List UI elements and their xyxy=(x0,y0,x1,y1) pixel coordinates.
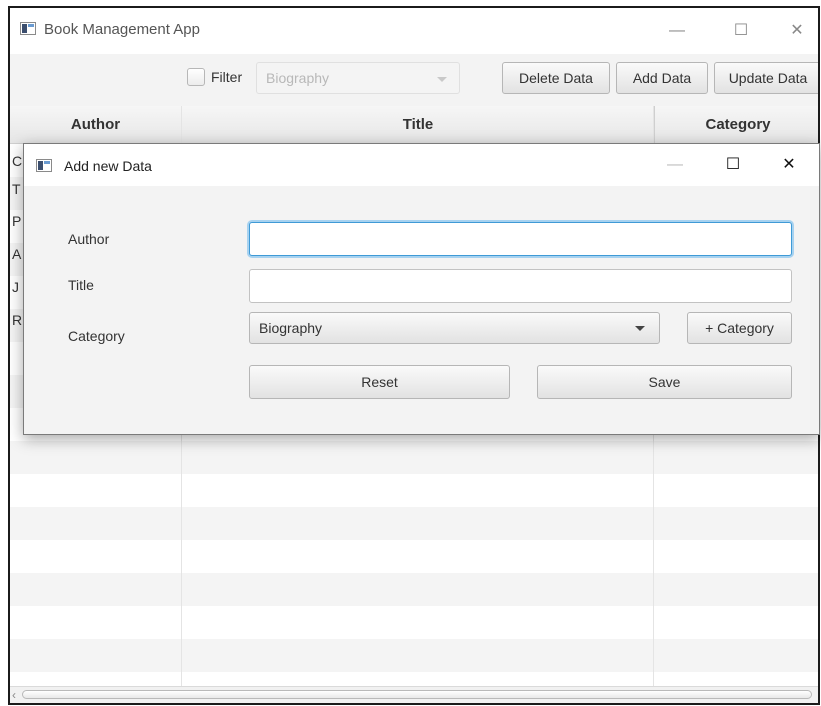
filter-category-select: Biography xyxy=(256,62,460,94)
author-cell: T xyxy=(12,181,21,197)
reset-button[interactable]: Reset xyxy=(249,365,510,399)
table-row[interactable] xyxy=(10,606,818,639)
column-header-category[interactable]: Category xyxy=(654,106,818,143)
maximize-icon[interactable]: ☐ xyxy=(724,16,758,46)
scrollbar-thumb[interactable] xyxy=(22,690,812,699)
dialog-title: Add new Data xyxy=(64,158,152,174)
update-data-button[interactable]: Update Data xyxy=(714,62,818,94)
window-title: Book Management App xyxy=(44,21,200,38)
minimize-icon[interactable]: — xyxy=(660,16,694,46)
maximize-icon[interactable]: ☐ xyxy=(716,150,750,180)
filter-category-value: Biography xyxy=(266,70,330,86)
save-button[interactable]: Save xyxy=(537,365,792,399)
column-header-author[interactable]: Author xyxy=(10,106,181,143)
horizontal-scrollbar[interactable]: ‹ xyxy=(10,686,818,703)
add-data-button[interactable]: Add Data xyxy=(616,62,708,94)
window-titlebar: Book Management App — ☐ ✕ xyxy=(10,8,818,54)
add-category-button[interactable]: + Category xyxy=(687,312,792,344)
filter-label: Filter xyxy=(211,69,243,85)
author-cell: C xyxy=(12,153,23,169)
minimize-icon[interactable]: — xyxy=(658,150,692,180)
category-select[interactable]: Biography xyxy=(249,312,660,344)
category-value: Biography xyxy=(259,320,323,336)
delete-data-button[interactable]: Delete Data xyxy=(502,62,610,94)
app-icon xyxy=(36,159,52,172)
column-header-title[interactable]: Title xyxy=(181,106,655,143)
table-row[interactable] xyxy=(10,639,818,672)
author-cell: R xyxy=(12,312,23,328)
table-header: Author Title Category xyxy=(10,106,818,144)
author-cell: J xyxy=(12,279,19,295)
table-row[interactable] xyxy=(10,573,818,606)
title-input[interactable] xyxy=(250,270,791,302)
table-row[interactable] xyxy=(10,474,818,507)
filter-checkbox[interactable] xyxy=(187,68,205,86)
title-label: Title xyxy=(68,277,94,293)
dialog-titlebar: Add new Data — ☐ ✕ xyxy=(24,144,819,186)
app-icon xyxy=(20,22,36,35)
table-row[interactable] xyxy=(10,507,818,540)
close-icon[interactable]: ✕ xyxy=(780,16,814,46)
close-icon[interactable]: ✕ xyxy=(772,150,806,180)
table-row[interactable] xyxy=(10,441,818,474)
scroll-left-icon[interactable]: ‹ xyxy=(12,687,16,703)
author-cell: A xyxy=(12,246,22,262)
title-field[interactable] xyxy=(249,269,792,303)
author-input[interactable] xyxy=(250,223,791,255)
toolbar: Filter Biography Delete Data Add Data Up… xyxy=(10,54,818,107)
author-label: Author xyxy=(68,231,110,247)
add-data-dialog: Add new Data — ☐ ✕ Author Title Category… xyxy=(23,143,820,435)
table-row[interactable] xyxy=(10,540,818,573)
author-field[interactable] xyxy=(249,222,792,256)
category-label: Category xyxy=(68,328,125,344)
chevron-down-icon xyxy=(437,77,447,82)
chevron-down-icon xyxy=(635,326,645,331)
author-cell: P xyxy=(12,213,22,229)
